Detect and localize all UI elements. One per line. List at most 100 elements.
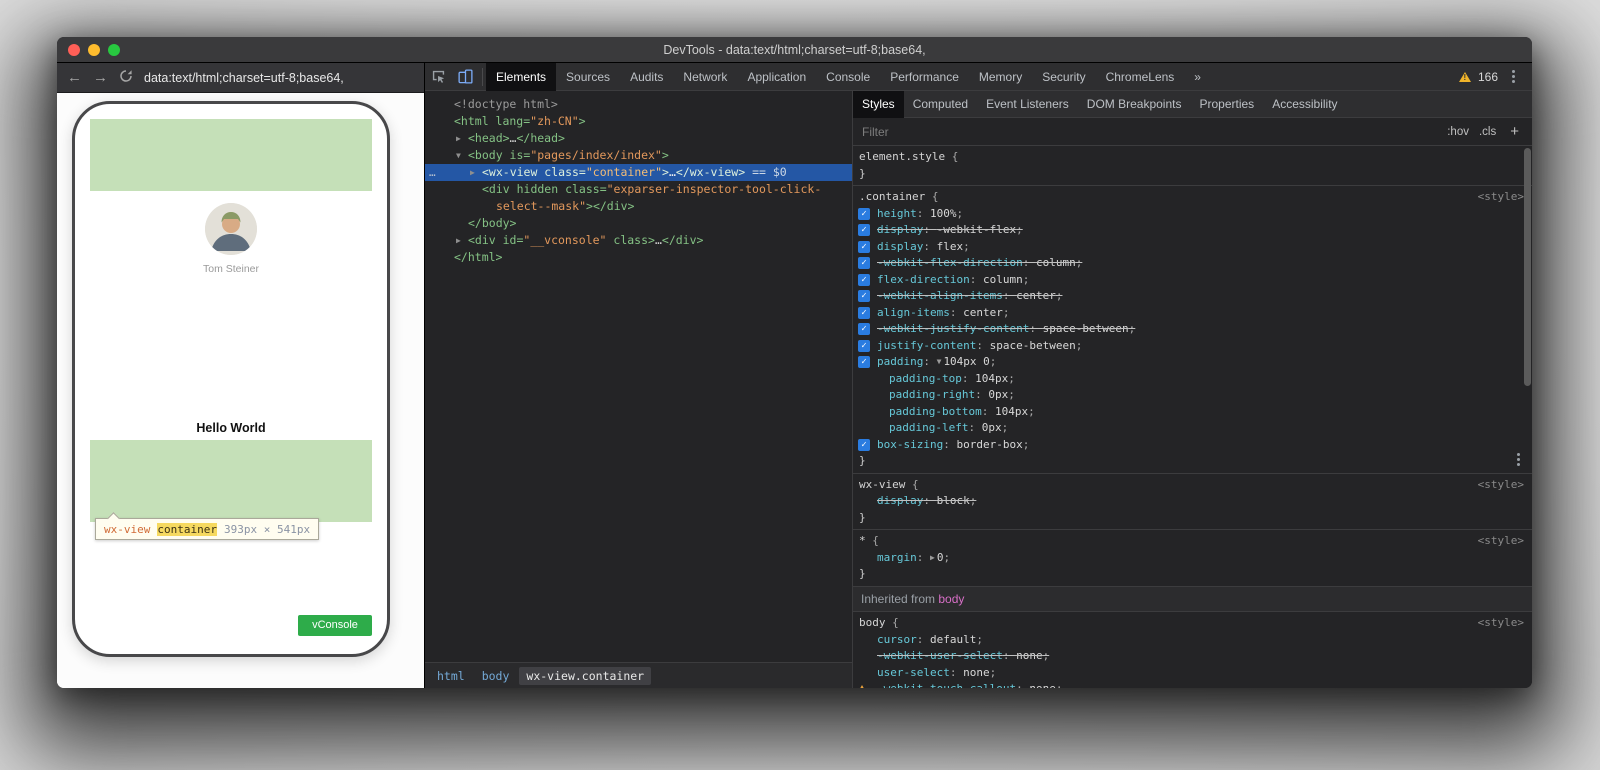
css-property[interactable]: margin: ▶0; bbox=[853, 550, 1532, 567]
sidebar-tab-styles[interactable]: Styles bbox=[853, 91, 904, 118]
dom-tree-row[interactable]: <html lang="zh-CN"> bbox=[425, 113, 852, 130]
vconsole-button[interactable]: vConsole bbox=[298, 615, 372, 636]
css-property[interactable]: padding-right: 0px; bbox=[853, 387, 1532, 404]
style-origin-link[interactable]: <style> bbox=[1478, 615, 1524, 632]
dom-tree-row[interactable]: …▶<wx-view class="container">…</wx-view>… bbox=[425, 164, 852, 181]
breadcrumb-wx-view-container[interactable]: wx-view.container bbox=[519, 667, 651, 685]
dom-tree-row[interactable]: ▶<head>…</head> bbox=[425, 130, 852, 147]
css-property[interactable]: display: block; bbox=[853, 493, 1532, 510]
tab-sources[interactable]: Sources bbox=[556, 63, 620, 91]
dom-tree-row[interactable]: ▶<div id="__vconsole" class>…</div> bbox=[425, 232, 852, 249]
property-toggle-checkbox[interactable]: ✓ bbox=[858, 290, 870, 302]
warning-icon[interactable] bbox=[1459, 72, 1471, 82]
style-origin-link[interactable]: <style> bbox=[1478, 189, 1524, 206]
toggle-class-cls-button[interactable]: .cls bbox=[1479, 126, 1496, 138]
css-property[interactable]: padding-top: 104px; bbox=[853, 371, 1532, 388]
address-bar[interactable]: data:text/html;charset=utf-8;base64, bbox=[144, 71, 344, 85]
expand-arrow-icon[interactable]: ▶ bbox=[456, 232, 468, 249]
property-toggle-checkbox[interactable]: ✓ bbox=[858, 257, 870, 269]
tab-chromelens[interactable]: ChromeLens bbox=[1096, 63, 1185, 91]
css-property[interactable]: ✓-webkit-justify-content: space-between; bbox=[853, 321, 1532, 338]
window-titlebar[interactable]: DevTools - data:text/html;charset=utf-8;… bbox=[57, 37, 1532, 63]
style-origin-link[interactable]: <style> bbox=[1478, 533, 1524, 550]
css-property[interactable]: ✓flex-direction: column; bbox=[853, 272, 1532, 289]
shorthand-expand-icon[interactable]: ▶ bbox=[930, 553, 935, 562]
tab-memory[interactable]: Memory bbox=[969, 63, 1032, 91]
sidebar-tab-computed[interactable]: Computed bbox=[904, 91, 977, 118]
zoom-window-button[interactable] bbox=[108, 44, 120, 56]
dom-tree-row[interactable]: </html> bbox=[425, 249, 852, 266]
new-style-rule-button[interactable]: + bbox=[1506, 123, 1523, 140]
property-toggle-checkbox[interactable]: ✓ bbox=[858, 307, 870, 319]
tab-console[interactable]: Console bbox=[816, 63, 880, 91]
breadcrumb-body[interactable]: body bbox=[475, 667, 517, 685]
tab-network[interactable]: Network bbox=[673, 63, 737, 91]
styles-scrollbar-thumb[interactable] bbox=[1524, 148, 1531, 386]
property-toggle-checkbox[interactable]: ✓ bbox=[858, 323, 870, 335]
sidebar-tab-event-listeners[interactable]: Event Listeners bbox=[977, 91, 1078, 118]
css-property[interactable]: cursor: default; bbox=[853, 632, 1532, 649]
css-property[interactable]: ✓height: 100%; bbox=[853, 206, 1532, 223]
device-toolbar-icon[interactable] bbox=[452, 63, 479, 91]
css-property[interactable]: ✓-webkit-flex-direction: column; bbox=[853, 255, 1532, 272]
sidebar-tab-properties[interactable]: Properties bbox=[1190, 91, 1263, 118]
rule-options-kebab-icon[interactable] bbox=[1517, 458, 1520, 461]
rule-selector[interactable]: .container bbox=[859, 190, 925, 203]
css-property[interactable]: ✓padding: ▼104px 0; bbox=[853, 354, 1532, 371]
close-window-button[interactable] bbox=[68, 44, 80, 56]
forward-icon[interactable]: → bbox=[93, 70, 108, 85]
toggle-pseudo-hov-button[interactable]: :hov bbox=[1447, 126, 1469, 138]
tab-performance[interactable]: Performance bbox=[880, 63, 969, 91]
expand-arrow-icon[interactable]: ▶ bbox=[470, 164, 482, 181]
css-property[interactable]: ✓display: flex; bbox=[853, 239, 1532, 256]
dom-tree-row[interactable]: ▼<body is="pages/index/index"> bbox=[425, 147, 852, 164]
property-toggle-checkbox[interactable]: ✓ bbox=[858, 274, 870, 286]
minimize-window-button[interactable] bbox=[88, 44, 100, 56]
expand-arrow-placeholder bbox=[484, 198, 496, 215]
device-screen[interactable]: Tom Steiner Hello World wx-viewcontainer… bbox=[90, 119, 372, 636]
css-property[interactable]: -webkit-user-select: none; bbox=[853, 648, 1532, 665]
warning-count[interactable]: 166 bbox=[1478, 70, 1498, 84]
dom-tree-row[interactable]: <div hidden class="exparser-inspector-to… bbox=[425, 181, 852, 198]
tab-application[interactable]: Application bbox=[737, 63, 816, 91]
breadcrumb-html[interactable]: html bbox=[430, 667, 472, 685]
back-icon[interactable]: ← bbox=[67, 70, 82, 85]
dom-tree-row[interactable]: </body> bbox=[425, 215, 852, 232]
rule-selector[interactable]: * bbox=[859, 534, 866, 547]
rule-selector[interactable]: body bbox=[859, 616, 886, 629]
styles-filter-input[interactable] bbox=[862, 125, 1437, 139]
property-toggle-checkbox[interactable]: ✓ bbox=[858, 340, 870, 352]
tab-security[interactable]: Security bbox=[1032, 63, 1095, 91]
css-property[interactable]: ✓align-items: center; bbox=[853, 305, 1532, 322]
expand-arrow-icon[interactable]: ▶ bbox=[456, 130, 468, 147]
sidebar-tab-dom-breakpoints[interactable]: DOM Breakpoints bbox=[1078, 91, 1191, 118]
property-toggle-checkbox[interactable]: ✓ bbox=[858, 208, 870, 220]
css-property[interactable]: -webkit-touch-callout: none; bbox=[853, 681, 1532, 688]
inherited-node-link[interactable]: body bbox=[938, 592, 964, 606]
css-property[interactable]: ✓justify-content: space-between; bbox=[853, 338, 1532, 355]
shorthand-expand-icon[interactable]: ▼ bbox=[937, 357, 942, 366]
css-property[interactable]: ✓display: -webkit-flex; bbox=[853, 222, 1532, 239]
dom-tree-row[interactable]: select--mask"></div> bbox=[425, 198, 852, 215]
property-toggle-checkbox[interactable]: ✓ bbox=[858, 224, 870, 236]
css-property[interactable]: ✓-webkit-align-items: center; bbox=[853, 288, 1532, 305]
rule-selector[interactable]: element.style bbox=[859, 150, 945, 163]
inspect-element-icon[interactable] bbox=[425, 63, 452, 91]
expand-arrow-icon[interactable]: ▼ bbox=[456, 147, 468, 164]
tab-audits[interactable]: Audits bbox=[620, 63, 673, 91]
rule-selector[interactable]: wx-view bbox=[859, 478, 905, 491]
tab-elements[interactable]: Elements bbox=[486, 63, 556, 91]
style-origin-link[interactable]: <style> bbox=[1478, 477, 1524, 494]
css-property[interactable]: user-select: none; bbox=[853, 665, 1532, 682]
sidebar-tab-accessibility[interactable]: Accessibility bbox=[1263, 91, 1346, 118]
more-tabs-button[interactable]: » bbox=[1184, 63, 1211, 91]
css-property[interactable]: padding-left: 0px; bbox=[853, 420, 1532, 437]
reload-icon[interactable] bbox=[119, 69, 133, 86]
devtools-menu-kebab-icon[interactable] bbox=[1512, 75, 1515, 78]
property-toggle-checkbox[interactable]: ✓ bbox=[858, 356, 870, 368]
property-toggle-checkbox[interactable]: ✓ bbox=[858, 439, 870, 451]
dom-tree-row[interactable]: <!doctype html> bbox=[425, 96, 852, 113]
property-toggle-checkbox[interactable]: ✓ bbox=[858, 241, 870, 253]
css-property[interactable]: padding-bottom: 104px; bbox=[853, 404, 1532, 421]
css-property[interactable]: ✓box-sizing: border-box; bbox=[853, 437, 1532, 454]
